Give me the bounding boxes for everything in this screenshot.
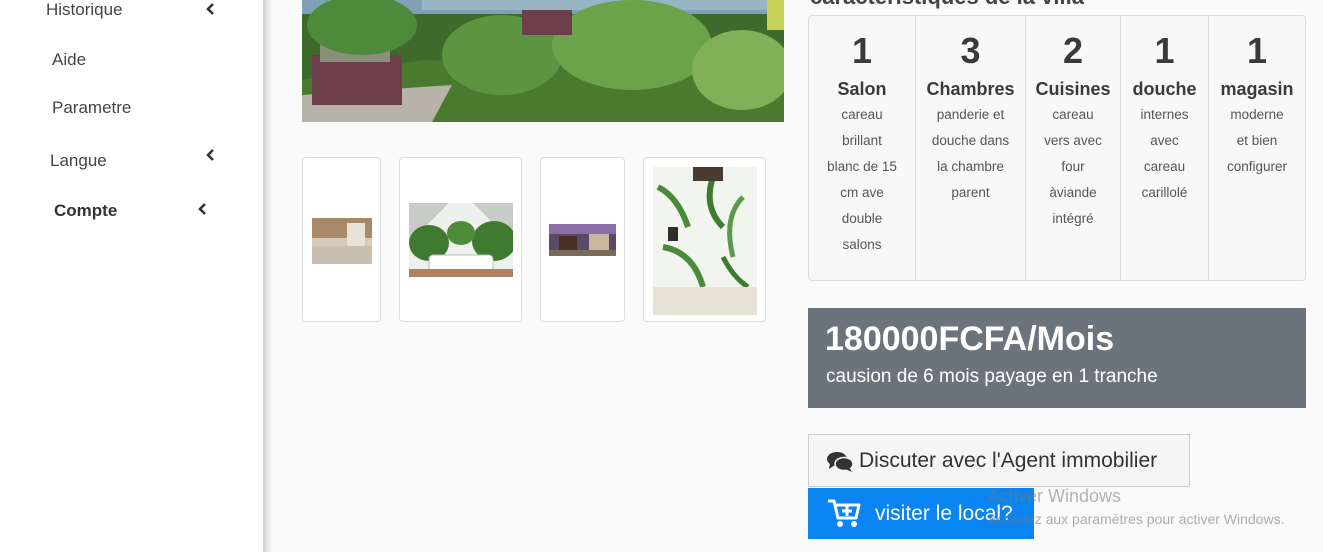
- feature-salon: 1 Salon careau brillant blanc de 15 cm ave d…: [809, 16, 916, 280]
- price-amount: 180000FCFA/Mois: [825, 320, 1115, 358]
- sidebar-item-historique[interactable]: Historique: [46, 0, 123, 20]
- windows-watermark-title: Activer Windows: [988, 486, 1122, 506]
- windows-watermark-subtitle: Accédez aux paramètres pour activer Wind…: [988, 511, 1285, 527]
- sidebar-item-aide[interactable]: Aide: [52, 50, 86, 70]
- chevron-left-icon[interactable]: [198, 202, 208, 216]
- thumbnail[interactable]: [399, 157, 522, 322]
- feature-douche: 1 douche internes avec careau carillolé: [1121, 16, 1209, 280]
- chevron-left-icon[interactable]: [206, 148, 216, 162]
- sidebar-item-parametre[interactable]: Parametre: [52, 98, 131, 118]
- sidebar-shadow: [263, 0, 272, 552]
- feature-description: internes avec careau carillolé: [1140, 107, 1189, 200]
- feature-name: douche: [1132, 79, 1197, 99]
- sidebar: Historique Aide Parametre Langue Compte: [0, 0, 263, 552]
- feature-name: Chambres: [926, 79, 1015, 99]
- chevron-left-icon[interactable]: [206, 2, 216, 16]
- sidebar-item-langue[interactable]: Langue: [50, 151, 107, 171]
- thumbnail[interactable]: [302, 157, 381, 322]
- feature-name: Cuisines: [1035, 79, 1111, 99]
- main-property-photo: [302, 0, 784, 122]
- features-title: caractéristiques de la villa: [810, 0, 1084, 10]
- comments-icon: [827, 452, 853, 472]
- feature-cuisines: 2 Cuisines careau vers avec four àviande int…: [1026, 16, 1121, 280]
- feature-name: magasin: [1220, 79, 1294, 99]
- feature-description: moderne et bien configurer: [1226, 107, 1288, 174]
- feature-count: 1: [851, 30, 873, 71]
- feature-chambres: 3 Chambres panderie et douche dans la cham…: [916, 16, 1026, 280]
- chat-agent-button[interactable]: Discuter avec l'Agent immobilier: [808, 434, 1190, 487]
- feature-description: careau brillant blanc de 15 cm ave double sal…: [827, 107, 897, 252]
- feature-name: Salon: [837, 79, 887, 99]
- feature-magasin: 1 magasin moderne et bien configurer: [1209, 16, 1305, 280]
- feature-count: 1: [1154, 30, 1175, 71]
- price-panel: 180000FCFA/Mois causion de 6 mois payage…: [808, 308, 1306, 408]
- feature-description: careau vers avec four àviande intégré: [1044, 107, 1102, 226]
- cart-plus-icon: [828, 499, 861, 527]
- chat-agent-label: Discuter avec l'Agent immobilier: [859, 449, 1158, 472]
- features-table: 1 Salon careau brillant blanc de 15 cm ave d…: [808, 15, 1306, 281]
- thumbnail[interactable]: [540, 157, 625, 322]
- feature-count: 1: [1246, 30, 1268, 71]
- feature-description: panderie et douche dans la chambre parent: [931, 107, 1010, 200]
- feature-count: 2: [1062, 30, 1084, 71]
- price-subtitle: causion de 6 mois payage en 1 tranche: [826, 366, 1158, 387]
- sidebar-item-compte[interactable]: Compte: [54, 201, 117, 221]
- thumbnail[interactable]: [643, 157, 766, 322]
- feature-count: 3: [960, 30, 981, 71]
